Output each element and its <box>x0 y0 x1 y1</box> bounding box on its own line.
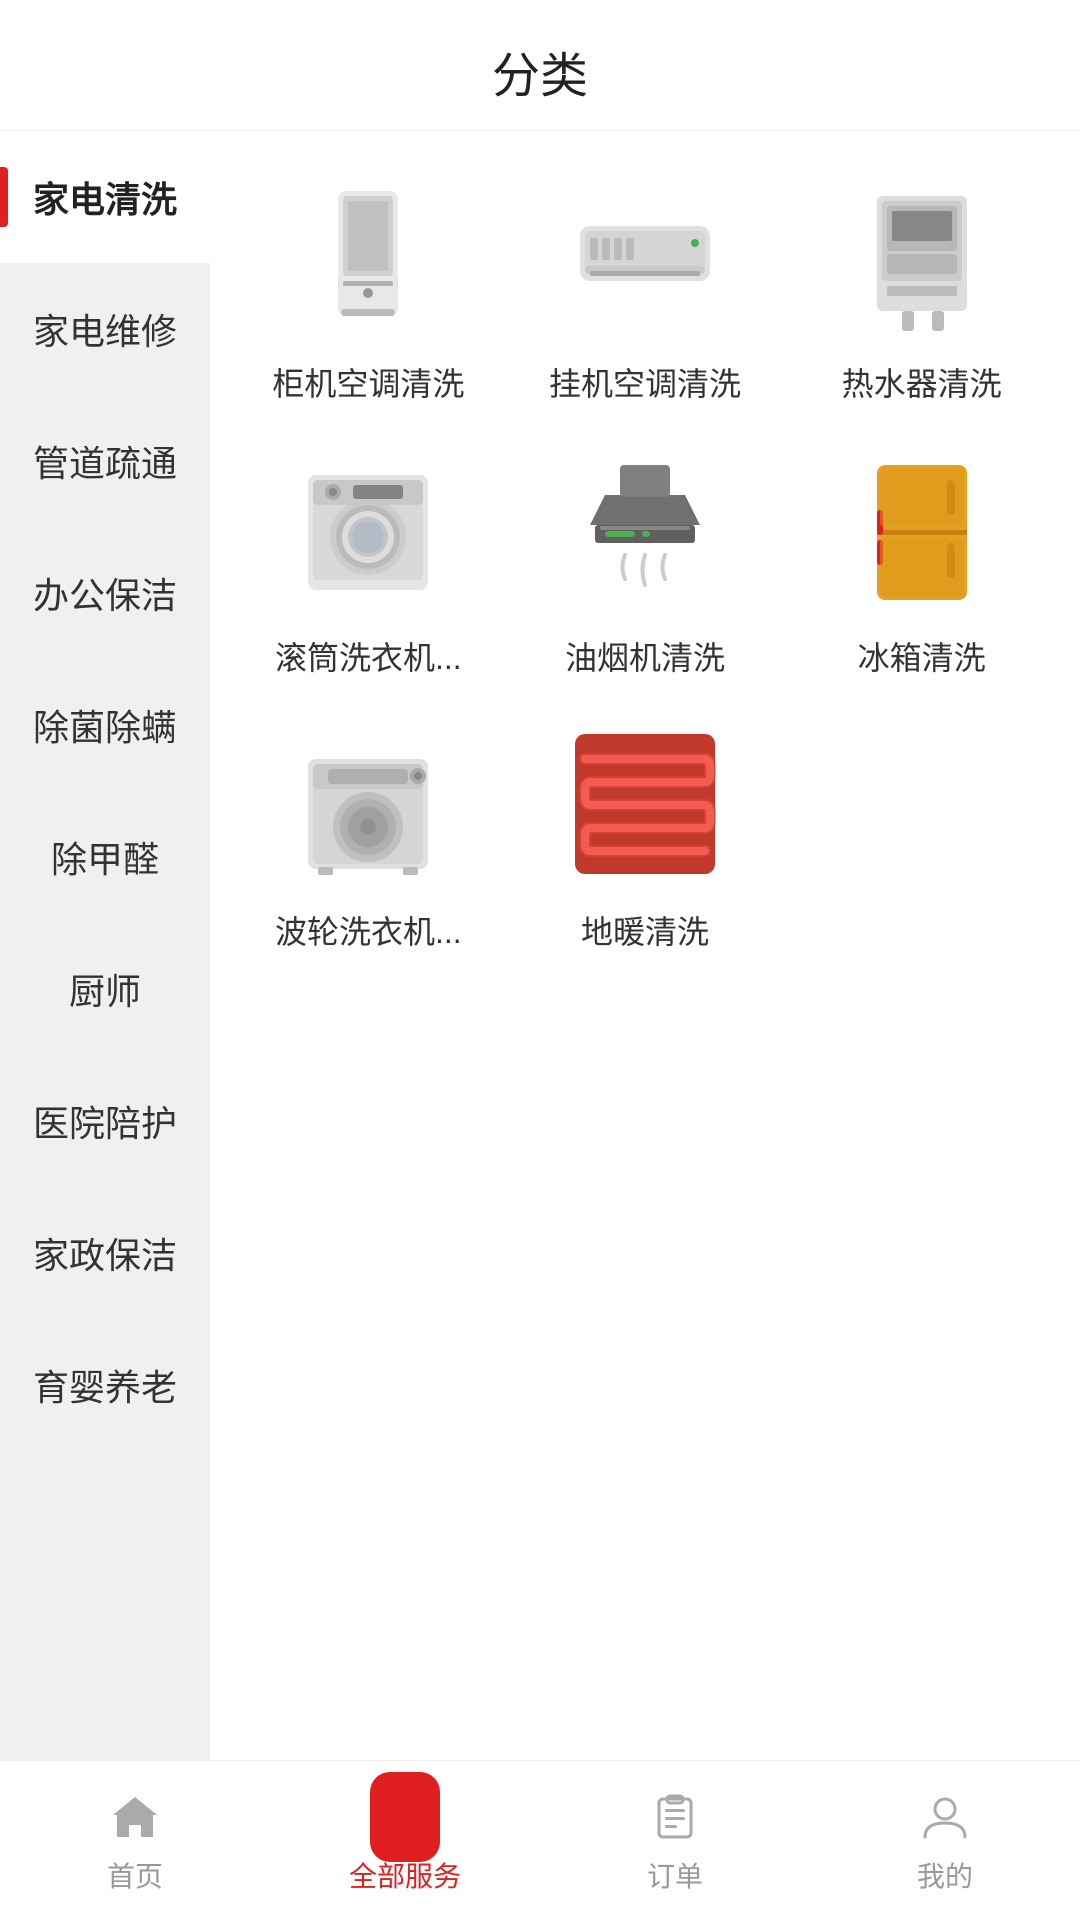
user-icon <box>910 1787 980 1847</box>
refrigerator-icon <box>837 445 1007 615</box>
service-grid: 柜机空调清洗 <box>240 171 1050 953</box>
order-icon <box>640 1787 710 1847</box>
service-water-heater[interactable]: 热水器清洗 <box>793 171 1050 405</box>
floor-heating-icon <box>560 719 730 889</box>
main-layout: 家电清洗 家电维修 管道疏通 办公保洁 除菌除螨 除甲醛 厨师 医院陪护 家政保… <box>0 131 1080 1761</box>
service-wall-ac[interactable]: 挂机空调清洗 <box>517 171 774 405</box>
sidebar-item-yiyuan-peihoo[interactable]: 医院陪护 <box>0 1055 210 1187</box>
wave-washer-label: 波轮洗衣机... <box>275 907 462 953</box>
home-icon <box>100 1787 170 1847</box>
drum-washer-label: 滚筒洗衣机... <box>275 633 462 679</box>
service-floor-heating[interactable]: 地暖清洗 <box>517 719 774 953</box>
nav-home[interactable]: 首页 <box>0 1787 270 1895</box>
wave-washer-icon <box>283 719 453 889</box>
sidebar-item-chushi[interactable]: 厨师 <box>0 923 210 1055</box>
wall-ac-label: 挂机空调清洗 <box>549 359 741 405</box>
nav-mine-label: 我的 <box>917 1855 973 1895</box>
sidebar-item-guandao-shutong[interactable]: 管道疏通 <box>0 395 210 527</box>
sidebar-item-jiadian-qingxi[interactable]: 家电清洗 <box>0 131 210 263</box>
wall-ac-icon <box>560 171 730 341</box>
service-content: 柜机空调清洗 <box>210 131 1080 1761</box>
drum-washer-icon <box>283 445 453 615</box>
service-drum-washer[interactable]: 滚筒洗衣机... <box>240 445 497 679</box>
refrigerator-label: 冰箱清洗 <box>858 633 986 679</box>
sidebar-item-bangong-baojie[interactable]: 办公保洁 <box>0 527 210 659</box>
nav-home-label: 首页 <box>107 1855 163 1895</box>
sidebar-item-chujiaquan[interactable]: 除甲醛 <box>0 791 210 923</box>
grid-icon <box>370 1787 440 1847</box>
sidebar-item-chujun-chuman[interactable]: 除菌除螨 <box>0 659 210 791</box>
nav-orders-label: 订单 <box>647 1855 703 1895</box>
range-hood-icon <box>560 445 730 615</box>
page-title: 分类 <box>492 50 588 103</box>
nav-all-services-label: 全部服务 <box>349 1855 461 1895</box>
nav-all-services[interactable]: 全部服务 <box>270 1787 540 1895</box>
floor-heating-label: 地暖清洗 <box>581 907 709 953</box>
service-range-hood[interactable]: 油烟机清洗 <box>517 445 774 679</box>
service-cabinet-ac[interactable]: 柜机空调清洗 <box>240 171 497 405</box>
page-header: 分类 <box>0 0 1080 131</box>
range-hood-label: 油烟机清洗 <box>565 633 725 679</box>
nav-orders[interactable]: 订单 <box>540 1787 810 1895</box>
sidebar-item-jizheng-baojie[interactable]: 家政保洁 <box>0 1187 210 1319</box>
sidebar-item-jiadian-weixiu[interactable]: 家电维修 <box>0 263 210 395</box>
water-heater-icon <box>837 171 1007 341</box>
cabinet-ac-label: 柜机空调清洗 <box>272 359 464 405</box>
service-wave-washer[interactable]: 波轮洗衣机... <box>240 719 497 953</box>
nav-mine[interactable]: 我的 <box>810 1787 1080 1895</box>
sidebar-item-yuying-yanglao[interactable]: 育婴养老 <box>0 1319 210 1451</box>
sidebar: 家电清洗 家电维修 管道疏通 办公保洁 除菌除螨 除甲醛 厨师 医院陪护 家政保… <box>0 131 210 1761</box>
service-refrigerator[interactable]: 冰箱清洗 <box>793 445 1050 679</box>
water-heater-label: 热水器清洗 <box>842 359 1002 405</box>
cabinet-ac-icon <box>283 171 453 341</box>
bottom-navigation: 首页 全部服务 <box>0 1760 1080 1920</box>
